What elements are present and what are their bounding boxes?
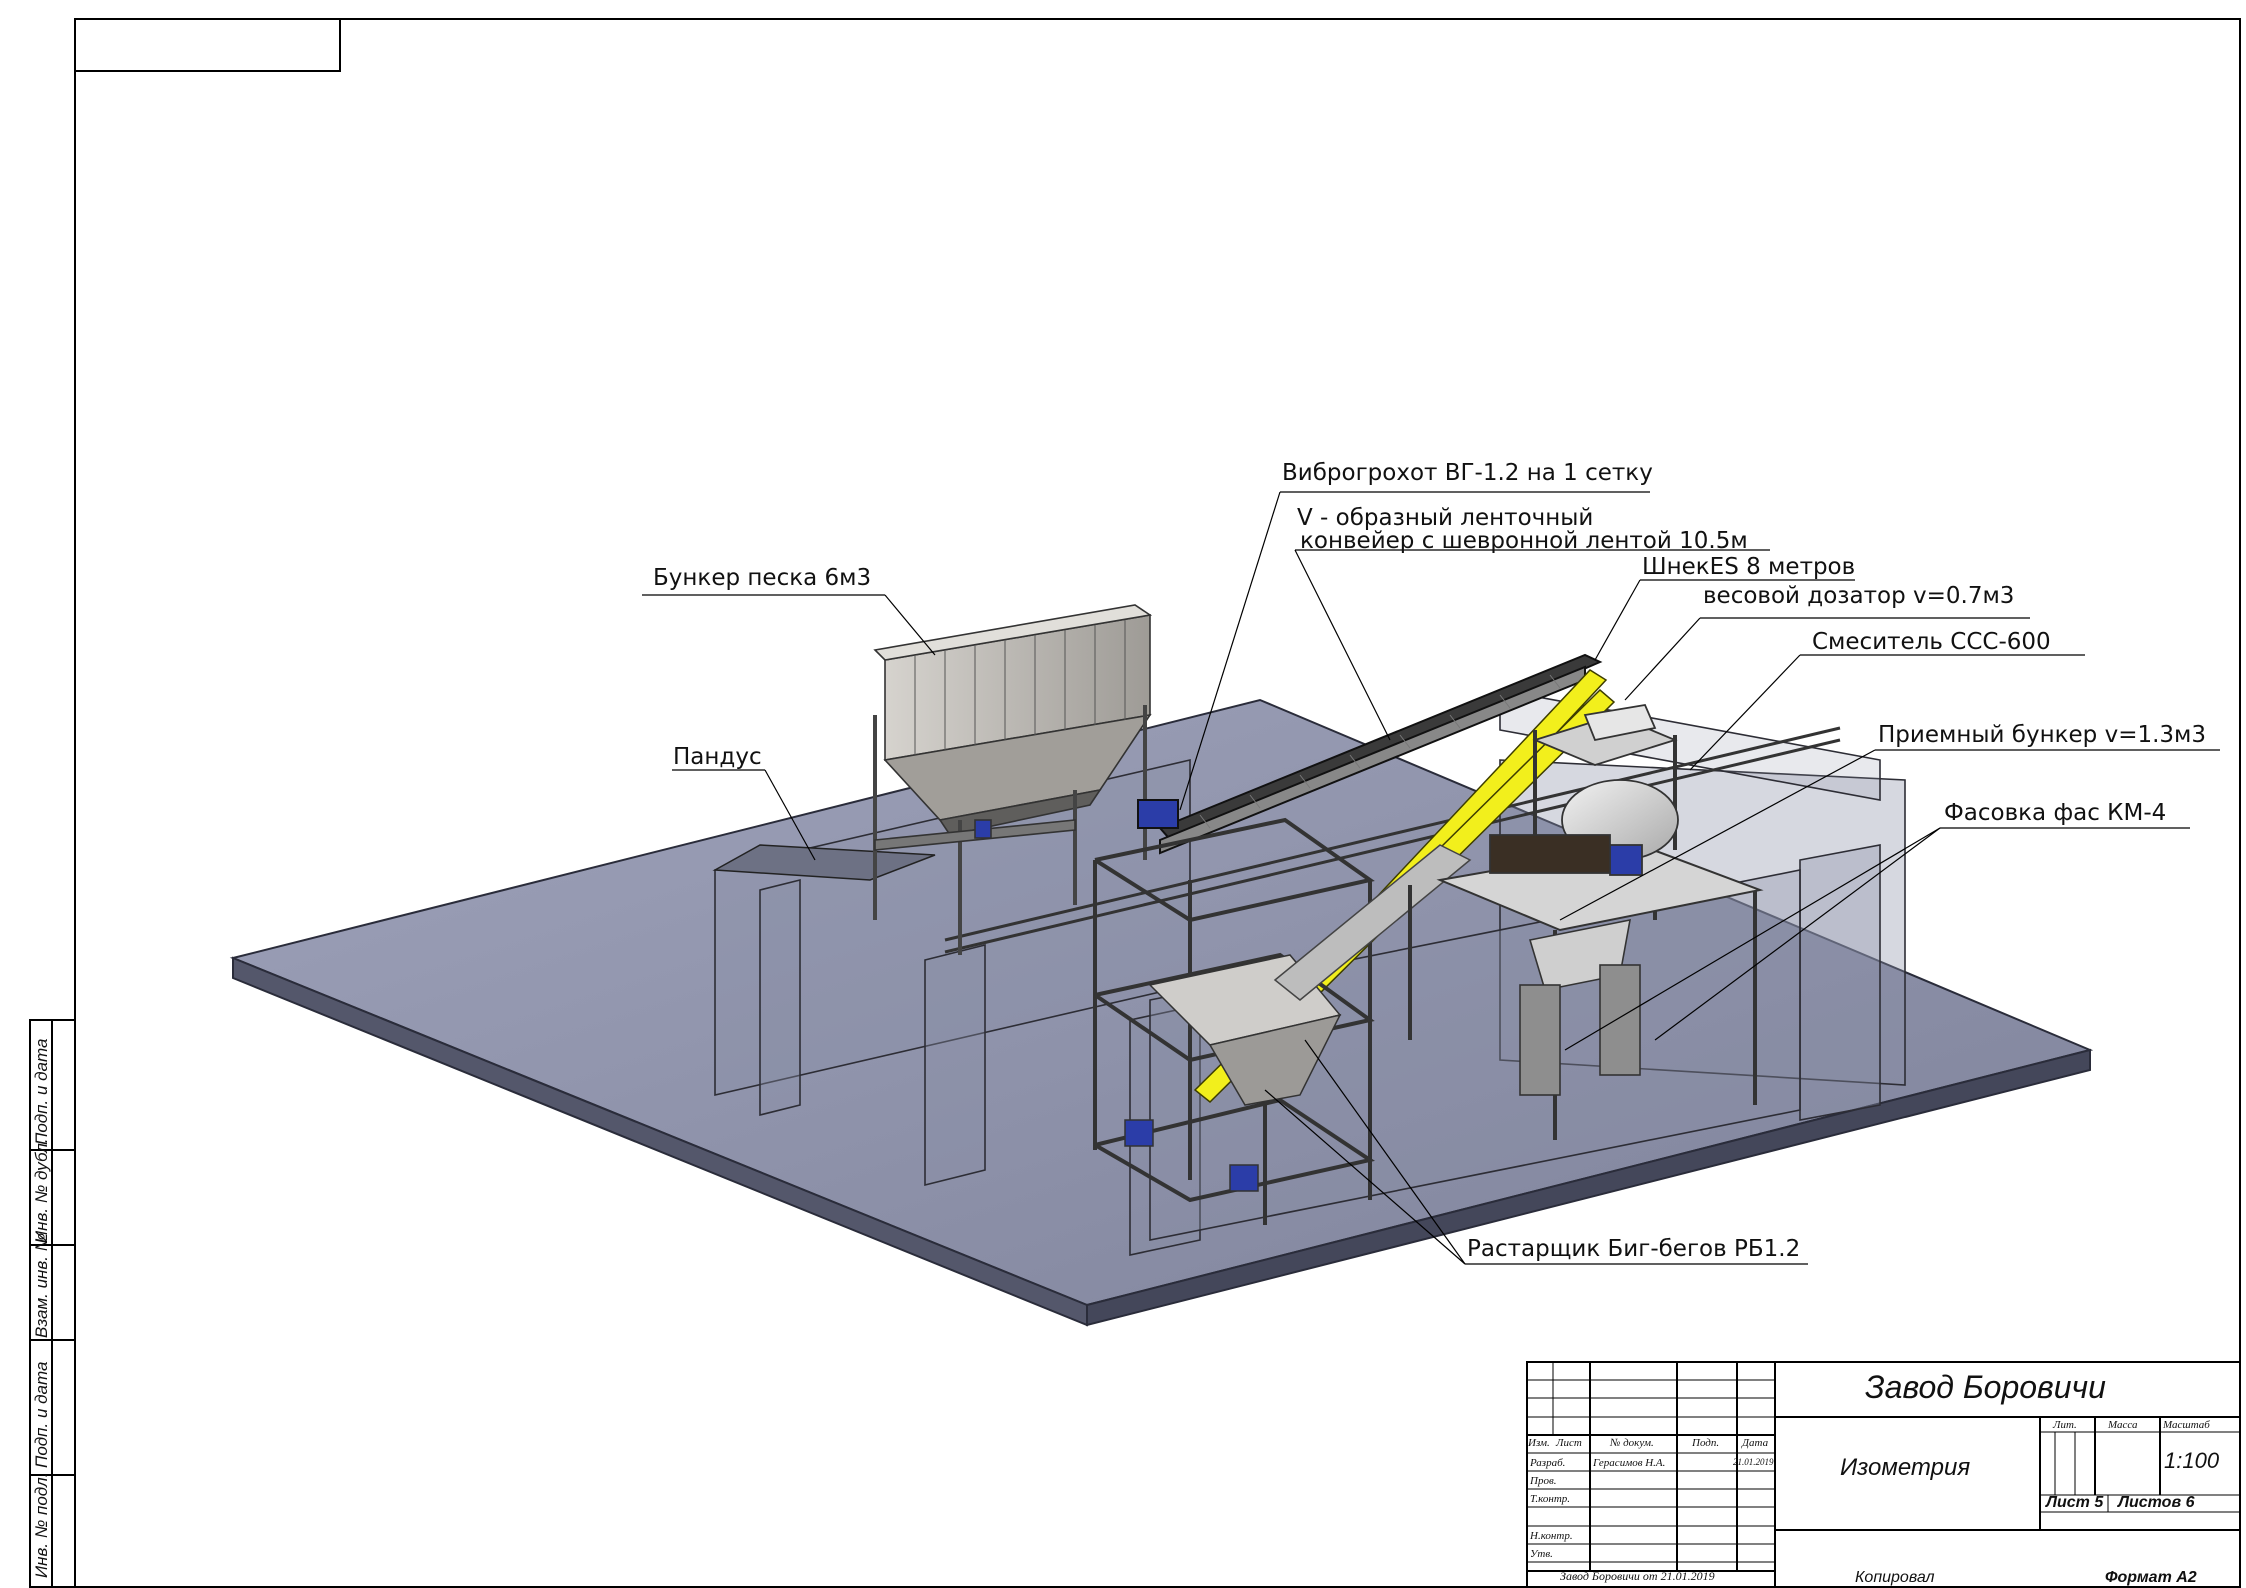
col-header-sign: Подп. [1692, 1437, 1720, 1449]
drawing-title: Изометрия [1840, 1454, 1971, 1481]
role-checker: Пров. [1530, 1475, 1557, 1487]
mass-label: Масса [2108, 1419, 2138, 1431]
side-stamp-sign-date-2: Подп. и дата [32, 1038, 51, 1145]
callout-vibro-screen: Виброгрохот ВГ-1.2 на 1 сетку [1282, 460, 1653, 486]
corner-stamp-box [74, 18, 341, 72]
callout-sand-hopper: Бункер песка 6м3 [653, 565, 872, 591]
col-header-date: Дата [1742, 1437, 1769, 1449]
role-approved: Утв. [1530, 1548, 1553, 1560]
col-header-izm: Изм. [1528, 1437, 1550, 1449]
callout-ramp: Пандус [673, 744, 762, 770]
scale-value: 1:100 [2164, 1448, 2220, 1473]
callout-receiving-hopper: Приемный бункер v=1.3м3 [1878, 722, 2207, 748]
lit-label: Лит. [2053, 1419, 2077, 1431]
role-norm-control: Н.контр. [1530, 1530, 1573, 1542]
col-header-doc-no: № докум. [1610, 1437, 1654, 1449]
role-tech-control: Т.контр. [1530, 1493, 1571, 1505]
callout-belt-conveyor-1: V - образный ленточный [1297, 505, 1594, 531]
isometric-drawing [29, 18, 2241, 1588]
developer-date: 21.01.2019 [1733, 1457, 1774, 1467]
callout-mixer: Смеситель ССС-600 [1812, 629, 2051, 655]
scale-label: Масштаб [2163, 1419, 2210, 1431]
developer-name: Герасимов Н.А. [1593, 1457, 1666, 1469]
callout-packing: Фасовка фас КМ-4 [1944, 800, 2167, 826]
file-name: Завод Боровичи от 21.01.2019 [1560, 1569, 1715, 1583]
copied-label: Копировал [1855, 1569, 1935, 1586]
role-developer: Разраб. [1530, 1457, 1566, 1469]
callout-belt-conveyor-2: конвейер с шевронной лентой 10.5м [1300, 528, 1748, 554]
company-name: Завод Боровичи [1865, 1369, 2106, 1405]
drawing-sheet: Виброгрохот ВГ-1.2 на 1 сетку V - образн… [0, 0, 2246, 1588]
callout-screw: ШнекES 8 метров [1642, 554, 1856, 580]
side-stamp-replace-inv: Взам. инв. № [32, 1232, 51, 1338]
side-stamp-inv-dup: Инв. № дубл. [32, 1138, 51, 1243]
sheets-total: Листов 6 [2118, 1494, 2195, 1511]
format-label: Формат А2 [2105, 1569, 2197, 1586]
sheet-number: Лист 5 [2046, 1494, 2104, 1511]
col-header-list: Лист [1556, 1437, 1582, 1449]
side-stamp-inv-orig: Инв. № подл. [32, 1472, 51, 1579]
callout-weigh-batcher: весовой дозатор v=0.7м3 [1703, 583, 2015, 609]
callout-bigbag-unloader: Растарщик Биг-бегов РБ1.2 [1467, 1236, 1801, 1262]
side-stamp-sign-date-1: Подп. и дата [32, 1361, 51, 1468]
